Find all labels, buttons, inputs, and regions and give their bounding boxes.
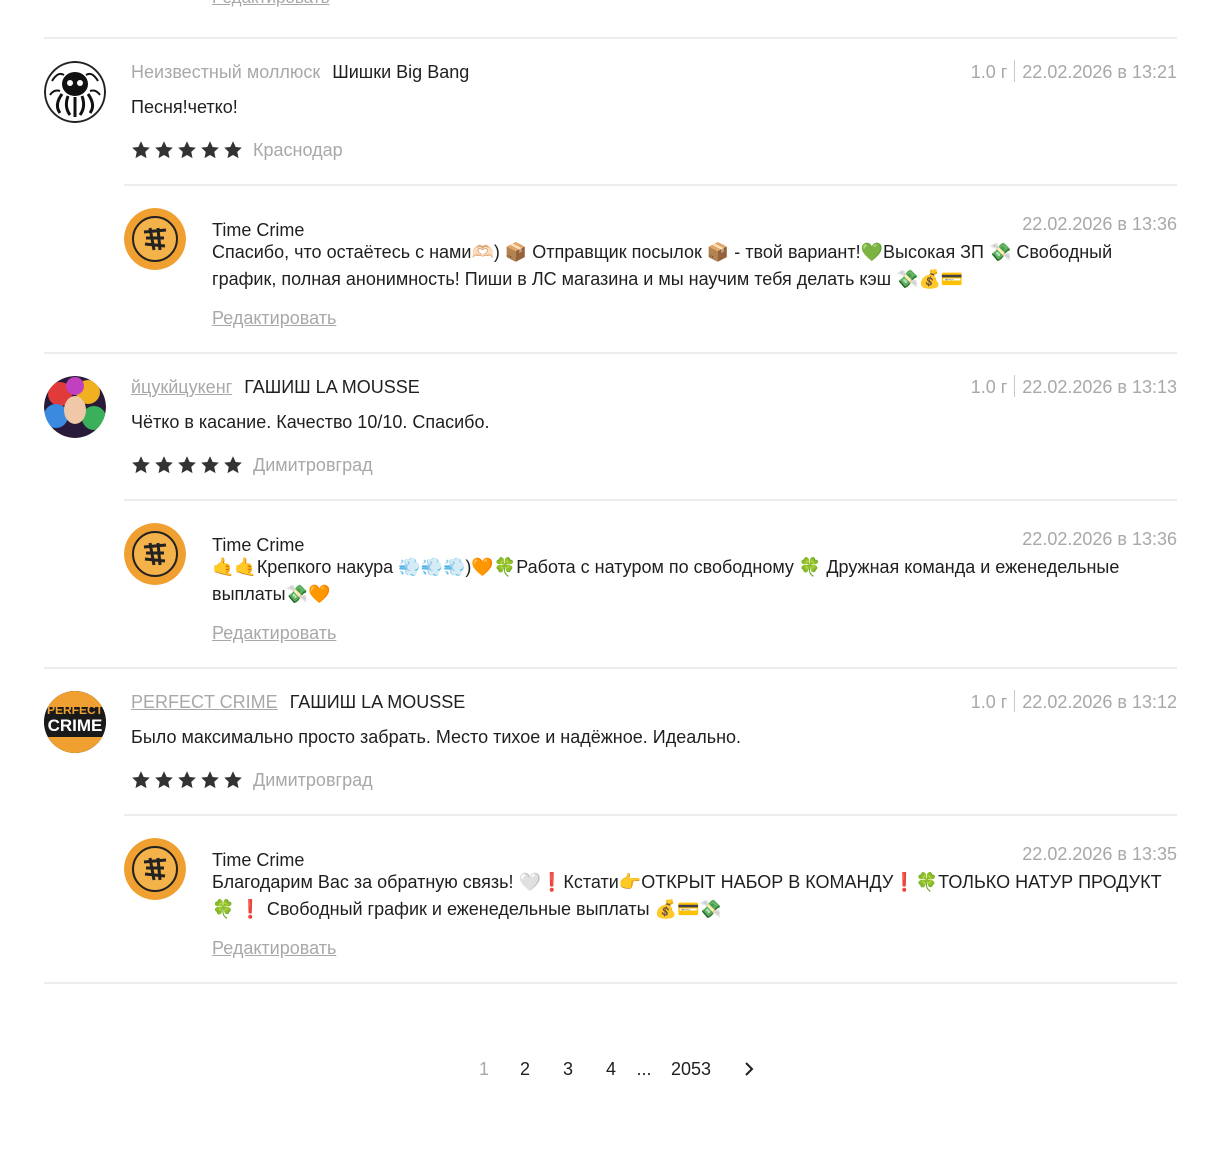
chevron-right-icon: [745, 1062, 754, 1076]
edit-link[interactable]: Редактировать: [212, 306, 336, 330]
page-link-3[interactable]: 3: [558, 1056, 578, 1082]
reply-text: Спасибо, что остаётесь с нами🫶🏻) 📦 Отпра…: [212, 242, 1113, 289]
review-author: Неизвестный моллюск: [131, 62, 321, 82]
star-icon: [132, 771, 150, 789]
rating-stars: Димитровград: [131, 768, 373, 792]
avatar[interactable]: PERFECT CRIME: [44, 691, 106, 753]
avatar[interactable]: [44, 61, 106, 123]
reply-text: 🤙🤙Крепкого накура 💨💨💨)🧡🍀Работа с натуром…: [212, 557, 1120, 604]
review-meta: 1.0 г 22.02.2026 в 13:12: [971, 690, 1177, 714]
rating-stars: Краснодар: [131, 138, 343, 162]
reply-text: Благодарим Вас за обратную связь! 🤍❗Кста…: [212, 872, 1162, 919]
shop-reply: Time Crime 22.02.2026 в 13:36 🤙🤙Крепкого…: [124, 523, 1177, 645]
review-item: йцукйцукенг ГАШИШ LA MOUSSE 1.0 г 22.02.20…: [44, 375, 1177, 665]
shop-reply: Time Crime 22.02.2026 в 13:35 Благодарим…: [124, 838, 1177, 960]
product-name[interactable]: Шишки Big Bang: [332, 62, 469, 82]
page-link-1[interactable]: 1: [474, 1056, 494, 1082]
star-icon: [155, 141, 173, 159]
svg-text:CRIME: CRIME: [48, 716, 103, 735]
star-icon: [178, 771, 196, 789]
divider: [124, 814, 1177, 816]
review-date: 22.02.2026 в 13:21: [1022, 62, 1177, 82]
review-date: 22.02.2026 в 13:13: [1022, 377, 1177, 397]
review-item: PERFECT CRIME PERFECT CRIME ГАШИШ LA MOUS…: [44, 690, 1177, 980]
product-name[interactable]: ГАШИШ LA MOUSSE: [290, 692, 466, 712]
review-item: Неизвестный моллюск Шишки Big Bang 1.0 г 2…: [44, 60, 1177, 350]
star-icon: [155, 771, 173, 789]
avatar[interactable]: [44, 376, 106, 438]
star-icon: [178, 141, 196, 159]
product-name[interactable]: ГАШИШ LA MOUSSE: [244, 377, 420, 397]
time-crime-logo-icon: [124, 523, 186, 585]
reply-date: 22.02.2026 в 13:36: [1022, 529, 1177, 549]
octopus-avatar-icon: [44, 61, 106, 123]
next-page-button[interactable]: [738, 1058, 760, 1087]
divider: [44, 352, 1177, 354]
review-weight: 1.0 г: [970, 62, 1008, 82]
rating-stars: Димитровград: [131, 453, 373, 477]
shop-reply: Time Crime 22.02.2026 в 13:36 Спасибо, ч…: [124, 208, 1177, 330]
page-link-last[interactable]: 2053: [667, 1056, 715, 1082]
divider: [124, 184, 1177, 186]
star-icon: [178, 456, 196, 474]
star-icon: [201, 456, 219, 474]
edit-link[interactable]: Редактировать: [212, 936, 336, 960]
review-weight: 1.0 г: [970, 692, 1008, 712]
review-header: Неизвестный моллюск Шишки Big Bang: [131, 60, 469, 84]
star-icon: [132, 141, 150, 159]
review-header: йцукйцукенг ГАШИШ LA MOUSSE: [131, 375, 420, 399]
page-link-2[interactable]: 2: [515, 1056, 535, 1082]
star-icon: [224, 771, 242, 789]
perfect-crime-logo-icon: PERFECT CRIME: [44, 691, 106, 753]
star-icon: [132, 456, 150, 474]
divider: [44, 37, 1177, 39]
pagination: 1 2 3 4 ... 2053: [0, 1056, 1220, 1084]
edit-link[interactable]: Редактировать: [212, 0, 329, 8]
star-icon: [224, 141, 242, 159]
star-icon: [201, 771, 219, 789]
star-icon: [201, 141, 219, 159]
shop-avatar[interactable]: [124, 208, 186, 270]
reply-date: 22.02.2026 в 13:35: [1022, 844, 1177, 864]
review-text: Песня!четко!: [131, 97, 238, 117]
review-header: PERFECT CRIME ГАШИШ LA MOUSSE: [131, 690, 465, 714]
shop-avatar[interactable]: [124, 523, 186, 585]
review-author[interactable]: йцукйцукенг: [131, 377, 232, 397]
shop-avatar[interactable]: [124, 838, 186, 900]
page-link-4[interactable]: 4: [601, 1056, 621, 1082]
review-text: Чётко в касание. Качество 10/10. Спасибо…: [131, 412, 490, 432]
review-author[interactable]: PERFECT CRIME: [131, 692, 278, 712]
review-meta: 1.0 г 22.02.2026 в 13:13: [971, 375, 1177, 399]
divider: [44, 667, 1177, 669]
pagination-ellipsis: ...: [636, 1059, 652, 1079]
review-city: Краснодар: [253, 139, 343, 160]
star-icon: [224, 456, 242, 474]
reply-date: 22.02.2026 в 13:36: [1022, 214, 1177, 234]
time-crime-logo-icon: [124, 208, 186, 270]
svg-text:PERFECT: PERFECT: [47, 703, 104, 717]
review-date: 22.02.2026 в 13:12: [1022, 692, 1177, 712]
star-icon: [155, 456, 173, 474]
review-meta: 1.0 г 22.02.2026 в 13:21: [971, 60, 1177, 84]
colorful-portrait-avatar-icon: [44, 376, 106, 438]
review-weight: 1.0 г: [970, 377, 1008, 397]
edit-link[interactable]: Редактировать: [212, 621, 336, 645]
review-city: Димитровград: [253, 769, 373, 790]
time-crime-logo-icon: [124, 838, 186, 900]
divider: [44, 982, 1177, 984]
divider: [124, 499, 1177, 501]
review-text: Было максимально просто забрать. Место т…: [131, 727, 742, 747]
review-city: Димитровград: [253, 454, 373, 475]
